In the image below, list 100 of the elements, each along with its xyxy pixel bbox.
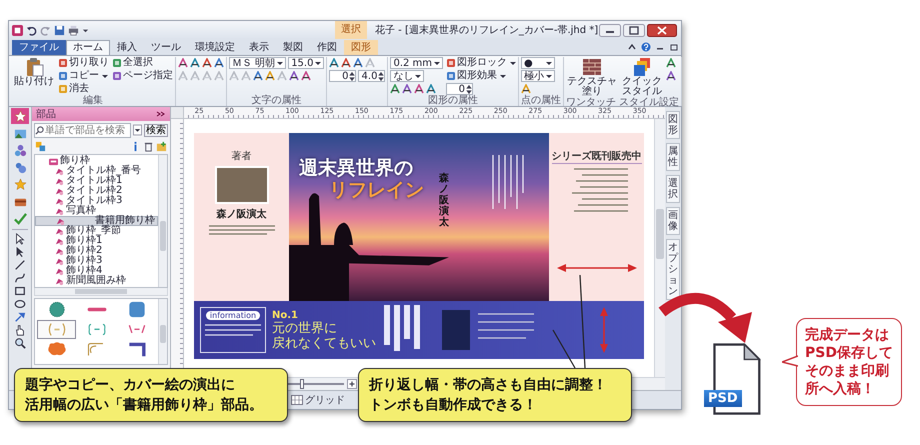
curve-icon[interactable]: [14, 272, 26, 284]
rectangle-icon[interactable]: [14, 285, 26, 297]
spin-field[interactable]: 4.0: [358, 70, 386, 82]
undo-icon[interactable]: [26, 24, 37, 36]
print-icon[interactable]: [68, 24, 79, 36]
ribbon-button[interactable]: クイック スタイル: [621, 57, 664, 97]
tree-item[interactable]: 書籍用飾り枠: [35, 216, 158, 226]
tree-item[interactable]: 飾り枠3: [35, 256, 158, 266]
ribbon-button[interactable]: テクスチャ 塗り: [566, 57, 618, 97]
ribbon-tab[interactable]: 図形: [344, 40, 378, 55]
ribbon-tab[interactable]: 表示: [242, 40, 276, 55]
tree-item[interactable]: タイトル枠3: [35, 196, 158, 206]
format-icon[interactable]: [178, 58, 188, 68]
dropdown-field[interactable]: 0.2 mm: [390, 57, 444, 69]
ribbon-tab[interactable]: 製図: [276, 40, 310, 55]
ribbon-tab[interactable]: 環境設定: [188, 40, 242, 55]
close-button[interactable]: [647, 24, 677, 36]
slider-thumb[interactable]: [300, 379, 304, 389]
bracket-frame-thumbnail[interactable]: [37, 320, 76, 339]
spin-arrows-icon[interactable]: [466, 84, 472, 94]
ribbon-button[interactable]: ページ指定: [112, 70, 173, 82]
format-icon[interactable]: [426, 84, 436, 94]
spin-field[interactable]: 0: [446, 83, 474, 95]
side-tab[interactable]: 選択: [666, 175, 680, 203]
tree-item[interactable]: 新聞風囲み枠: [35, 276, 158, 286]
ribbon-tab[interactable]: 挿入: [110, 40, 144, 55]
dropdown-field[interactable]: ＭＳ 明朝: [229, 57, 286, 69]
format-icon[interactable]: [666, 58, 676, 68]
tree-item[interactable]: 飾り枠2: [35, 246, 158, 256]
save-icon[interactable]: [54, 24, 65, 36]
ribbon-tab[interactable]: 作図: [310, 40, 344, 55]
help-icon[interactable]: [641, 42, 651, 52]
trash-icon[interactable]: [143, 141, 154, 152]
ribbon-tab[interactable]: ファイル: [12, 40, 66, 55]
dropper-icon[interactable]: [14, 311, 26, 323]
zoom-in-button[interactable]: [347, 379, 357, 389]
tree-item[interactable]: 飾り枠_季節: [35, 226, 158, 236]
spin-arrows-icon[interactable]: [349, 70, 356, 82]
format-icon[interactable]: [265, 71, 275, 81]
side-tab[interactable]: 図形: [666, 111, 680, 139]
side-tab[interactable]: 属性: [666, 143, 680, 171]
format-icon[interactable]: [202, 58, 212, 68]
minimize-button[interactable]: [599, 24, 621, 36]
side-tab[interactable]: 画像: [666, 207, 680, 235]
format-icon[interactable]: [329, 58, 340, 68]
restore-icon[interactable]: [669, 42, 679, 52]
zoom-icon[interactable]: [14, 337, 26, 349]
ribbon-button[interactable]: 消去: [58, 83, 89, 95]
ribbon-button[interactable]: 切り取り: [58, 57, 109, 69]
scroll-thumb[interactable]: [656, 209, 664, 260]
search-button[interactable]: 検索: [144, 124, 168, 136]
format-icon[interactable]: [289, 71, 299, 81]
scrollbar[interactable]: [654, 119, 665, 377]
format-icon[interactable]: [301, 71, 311, 81]
dropdown-field[interactable]: 極小: [521, 70, 556, 82]
format-icon[interactable]: [253, 71, 263, 81]
spin-field[interactable]: 0: [329, 70, 356, 82]
arrow-pointer-icon[interactable]: [14, 233, 26, 245]
ribbon-tab[interactable]: ツール: [144, 40, 188, 55]
spin-arrows-icon[interactable]: [378, 70, 384, 82]
format-icon[interactable]: [414, 84, 424, 94]
line-icon[interactable]: [14, 259, 26, 271]
format-icon[interactable]: [521, 84, 532, 94]
tree-item[interactable]: タイトル枠2: [35, 186, 158, 196]
category-tab[interactable]: [11, 108, 29, 124]
tree-item[interactable]: 飾り枠1: [35, 236, 158, 246]
format-icon[interactable]: [341, 58, 352, 68]
ribbon-button[interactable]: 図形ロック: [446, 57, 516, 69]
dropdown-field[interactable]: なし: [390, 70, 424, 82]
double-arrow-icon[interactable]: [156, 111, 166, 117]
parts-icon[interactable]: [35, 141, 46, 152]
format-icon[interactable]: [666, 71, 676, 81]
category-tab[interactable]: [11, 210, 29, 226]
tree-item[interactable]: 飾り枠: [35, 156, 158, 166]
format-icon[interactable]: [390, 84, 400, 94]
hand-icon[interactable]: [14, 324, 26, 336]
scroll-thumb[interactable]: [74, 289, 128, 294]
format-icon[interactable]: [214, 58, 224, 68]
dropdown-field[interactable]: ●: [521, 57, 556, 69]
scroll-thumb[interactable]: [160, 325, 166, 343]
ribbon-button[interactable]: 貼り付け: [13, 57, 55, 87]
tree-item[interactable]: 飾り枠4: [35, 266, 158, 276]
format-icon[interactable]: [353, 58, 364, 68]
new-folder-icon[interactable]: [156, 141, 167, 152]
ribbon-button[interactable]: 図形効果: [446, 70, 506, 82]
ribbon-tab[interactable]: ホーム: [66, 40, 110, 55]
node-pointer-icon[interactable]: [14, 246, 26, 258]
scrollbar[interactable]: [158, 155, 167, 287]
tree-item[interactable]: タイトル枠_番号: [35, 166, 158, 176]
collapse-ribbon-icon[interactable]: [627, 42, 637, 52]
side-tab[interactable]: オプション: [666, 239, 680, 300]
maximize-button[interactable]: [623, 24, 645, 36]
scroll-thumb[interactable]: [160, 221, 166, 251]
scrollbar[interactable]: [158, 299, 167, 364]
tree-item[interactable]: タイトル枠1: [35, 176, 158, 186]
tree-item[interactable]: 写真枠: [35, 206, 158, 216]
format-icon[interactable]: [190, 58, 200, 68]
ribbon-button[interactable]: コピー: [58, 70, 108, 82]
format-icon[interactable]: [402, 84, 412, 94]
dropdown-field[interactable]: 15.0: [288, 57, 324, 69]
